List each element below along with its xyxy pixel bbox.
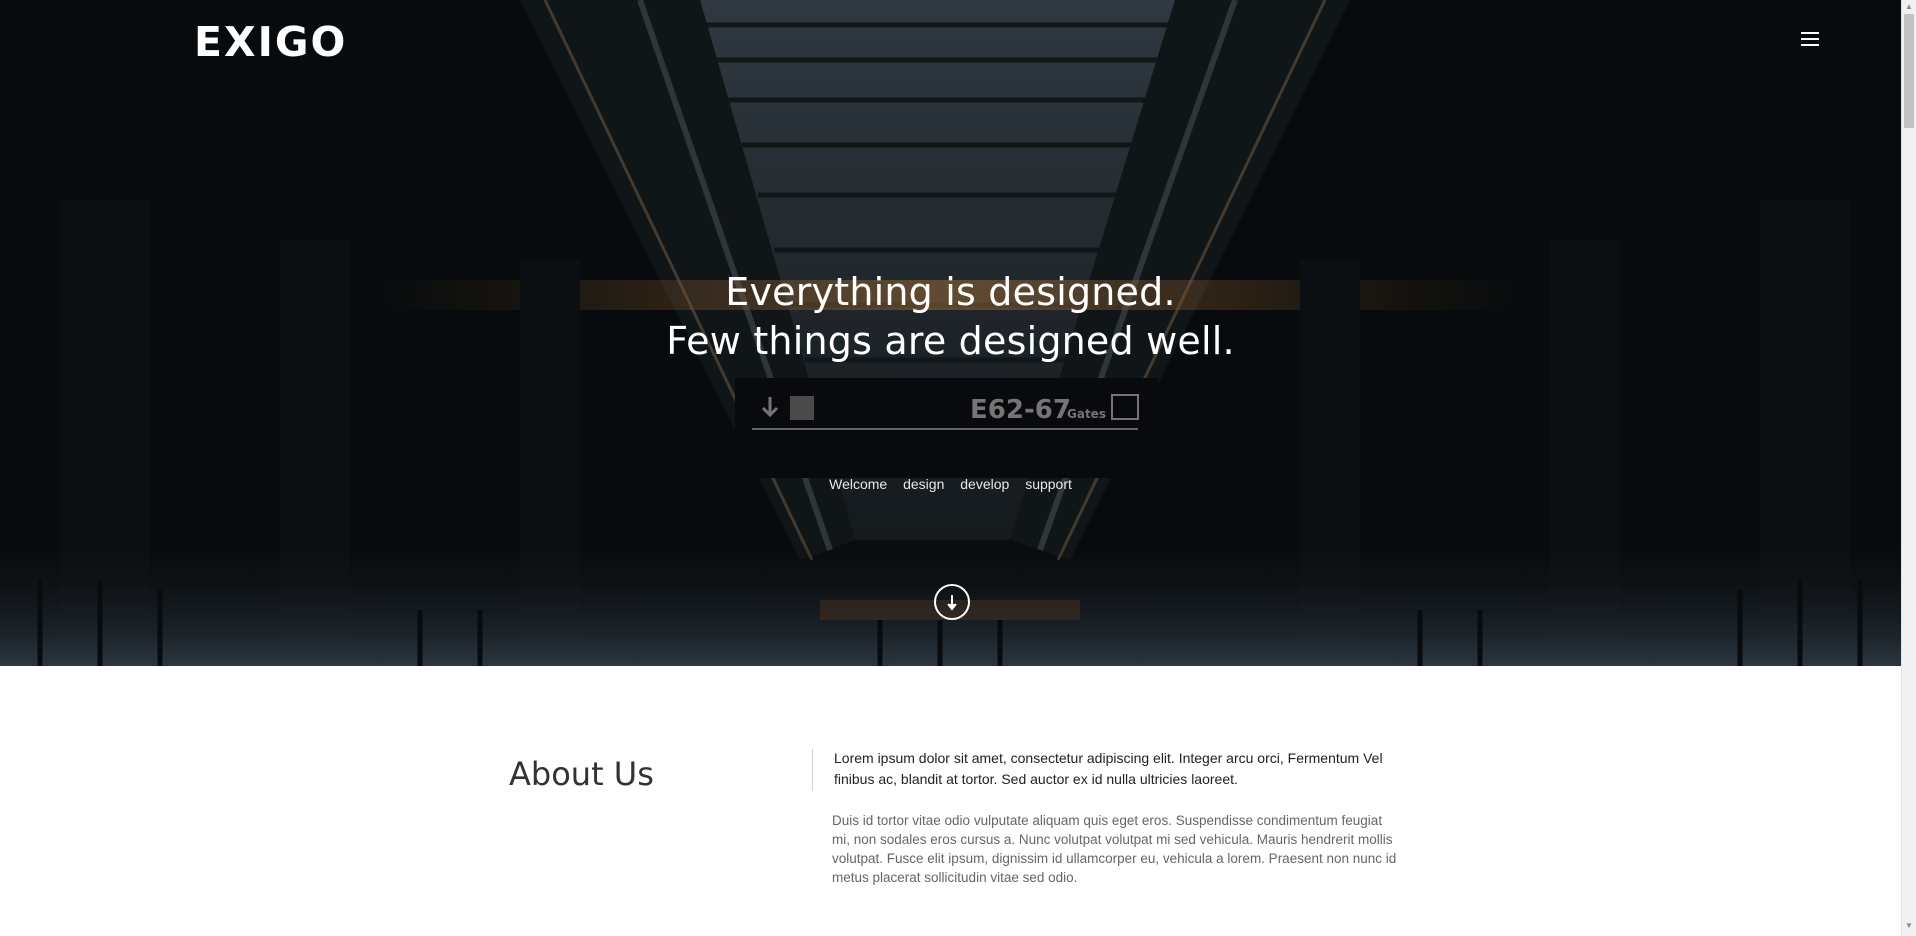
nav-link-design[interactable]: design (903, 476, 944, 492)
nav-link-welcome[interactable]: Welcome (829, 476, 887, 492)
arrow-down-circle-icon[interactable] (934, 584, 970, 620)
menu-bar (1801, 38, 1819, 40)
scrollbar-thumb[interactable] (1904, 14, 1914, 128)
about-title: About Us (509, 755, 654, 793)
about-body-text: Duis id tortor vitae odio vulputate aliq… (832, 813, 1397, 885)
nav-link-develop[interactable]: develop (960, 476, 1009, 492)
menu-bar (1801, 32, 1819, 34)
about-divider (812, 749, 813, 791)
scroll-down-arrow-icon[interactable]: ▼ (1905, 922, 1913, 930)
arrow-down-icon (947, 595, 957, 611)
scroll-up-arrow-icon[interactable]: ▲ (1905, 3, 1913, 11)
site-logo[interactable]: EXIGO (194, 18, 347, 66)
about-lead-text: Lorem ipsum dolor sit amet, consectetur … (834, 750, 1383, 787)
page: E62-67 Gates EXIGO Everything is designe… (0, 0, 1901, 936)
hero-section: E62-67 Gates EXIGO Everything is designe… (0, 0, 1901, 666)
hero-nav: Welcome design develop support (0, 476, 1901, 492)
hero-headline: Everything is designed. Few things are d… (0, 268, 1901, 366)
nav-link-support[interactable]: support (1025, 476, 1072, 492)
headline-line-2: Few things are designed well. (666, 319, 1235, 363)
vertical-scrollbar[interactable]: ▲ ▼ (1901, 0, 1916, 936)
headline-line-1: Everything is designed. (725, 270, 1176, 314)
menu-bar (1801, 44, 1819, 46)
hamburger-menu-icon[interactable] (1801, 31, 1821, 47)
